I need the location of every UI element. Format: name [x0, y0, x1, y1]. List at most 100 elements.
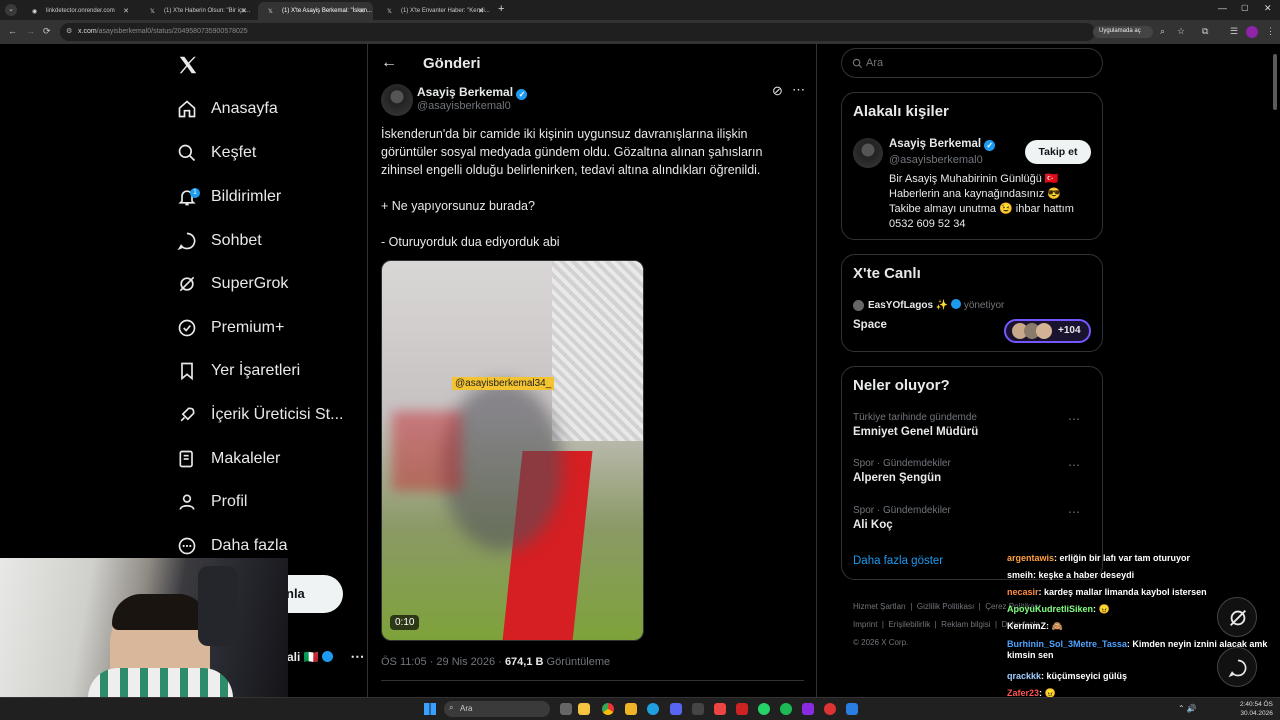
app-icon[interactable] [824, 703, 836, 715]
more-options-icon[interactable]: ⋯ [1068, 458, 1081, 472]
follow-button[interactable]: Takip et [1025, 140, 1091, 164]
nav-supergrok[interactable]: SuperGrok [176, 269, 288, 299]
folder-icon[interactable] [625, 703, 637, 715]
whatsapp-icon[interactable] [758, 703, 770, 715]
bookmark-icon [176, 360, 198, 382]
footer-link[interactable]: Hizmet Şartları [853, 602, 906, 611]
bookmark-star-icon[interactable]: ☆ [1177, 26, 1185, 37]
spotify-icon[interactable] [780, 703, 792, 715]
show-more-link[interactable]: Daha fazla göster [853, 555, 943, 567]
author-avatar[interactable] [381, 84, 413, 116]
post-paragraph: - Oturuyorduk dua ediyorduk abi [381, 235, 560, 249]
grok-fab[interactable] [1217, 597, 1257, 637]
more-options-icon[interactable]: ⋯ [1068, 505, 1081, 519]
footer-link[interactable]: Erişilebilirlik [888, 620, 930, 629]
open-in-app-chip[interactable]: Uygulamada aç [1093, 26, 1153, 38]
close-tab-icon[interactable]: ✕ [359, 7, 365, 15]
windows-start-icon[interactable] [424, 703, 436, 715]
chrome-icon[interactable] [602, 703, 614, 715]
taskbar-search[interactable]: ⌕ Ara [444, 701, 550, 717]
footer-link[interactable]: Reklam bilgisi [941, 620, 990, 629]
file-explorer-icon[interactable] [578, 703, 590, 715]
more-options-icon[interactable]: ⋯ [1068, 412, 1081, 426]
chat-username[interactable]: necasir [1007, 587, 1039, 597]
page-scrollbar[interactable] [1272, 46, 1278, 696]
space-label[interactable]: Space [853, 319, 887, 331]
nav-creator-studio[interactable]: İçerik Üreticisi St... [176, 400, 343, 430]
author-handle[interactable]: @asayisberkemal0 [417, 100, 511, 112]
live-host[interactable]: EasYOfLagos ✨ yönetiyor [868, 299, 1004, 311]
nav-articles[interactable]: Makaleler [176, 444, 280, 474]
nav-bookmarks[interactable]: Yer İşaretleri [176, 356, 300, 386]
nav-notifications[interactable]: 1 Bildirimler [176, 182, 281, 212]
url-field[interactable]: ⚙ x.com/asayisberkemal0/status/204958073… [60, 23, 1095, 41]
app-icon[interactable] [714, 703, 726, 715]
card-title: Alakalı kişiler [853, 103, 949, 120]
footer-link[interactable]: Imprint [853, 620, 877, 629]
trend-item[interactable]: Spor · Gündemdekiler Alperen Şengün ⋯ [853, 458, 1093, 484]
scrollbar-thumb[interactable] [1273, 54, 1277, 110]
more-dots-icon[interactable]: ⋯ [350, 648, 364, 664]
clock[interactable]: 2:40:54 ÖS 30.04.2026 [1240, 700, 1273, 718]
close-tab-icon[interactable]: ✕ [478, 7, 484, 15]
sidebar-icon[interactable]: ☰ [1230, 26, 1238, 37]
app-icon[interactable] [692, 703, 704, 715]
browser-tab[interactable]: 𝕏 (1) X'te Envanter Haber: "Kendi... ✕ [377, 2, 492, 20]
related-avatar[interactable] [853, 138, 883, 168]
app-icon[interactable] [736, 703, 748, 715]
chat-username[interactable]: ApoyuKudretliSiken [1007, 604, 1093, 614]
search-input[interactable] [866, 55, 1066, 71]
reload-icon[interactable]: ⟳ [43, 26, 51, 37]
task-view-icon[interactable] [560, 703, 572, 715]
nav-premium[interactable]: Premium+ [176, 313, 284, 343]
app-icon[interactable] [802, 703, 814, 715]
system-tray[interactable]: ⌃ 🔊 [1178, 704, 1197, 713]
grok-icon[interactable]: ⊘ [772, 83, 783, 99]
chat-username[interactable]: KerimmZ [1007, 621, 1046, 631]
related-name[interactable]: Asayiş Berkemal ✓ [889, 138, 996, 151]
chat-username[interactable]: qrackkk [1007, 671, 1041, 681]
nav-explore[interactable]: Keşfet [176, 138, 256, 168]
author-name[interactable]: Asayiş Berkemal ✓ [417, 85, 528, 100]
zoom-icon[interactable]: ⌕ [1160, 26, 1165, 37]
related-handle[interactable]: @asayisberkemal0 [889, 154, 983, 166]
extensions-icon[interactable]: ⧉ [1202, 26, 1208, 37]
discord-icon[interactable] [670, 703, 682, 715]
chat-username[interactable]: Burhinin_Sol_3Metre_Tassa [1007, 639, 1127, 649]
forward-arrow-icon[interactable]: → [26, 26, 35, 36]
site-info-icon[interactable]: ⚙ [66, 27, 72, 35]
listeners-pill[interactable]: +104 [1004, 319, 1091, 343]
minimize-button[interactable]: — [1218, 3, 1227, 13]
maximize-button[interactable]: ▢ [1241, 3, 1249, 12]
search-box[interactable] [841, 48, 1103, 78]
trend-item[interactable]: Spor · Gündemdekiler Ali Koç ⋯ [853, 505, 1093, 531]
browser-tab-active[interactable]: 𝕏 (1) X'te Asayiş Berkemal: "İsken... ✕ [258, 2, 373, 20]
x-logo-icon[interactable] [177, 54, 199, 76]
profile-avatar[interactable] [1246, 26, 1258, 38]
chat-username[interactable]: smeih [1007, 570, 1033, 580]
app-icon[interactable] [846, 703, 858, 715]
chat-text: : kardeş mallar limanda kaybol istersen [1038, 587, 1207, 597]
nav-more[interactable]: Daha fazla [176, 531, 288, 561]
nav-home[interactable]: Anasayfa [176, 94, 278, 124]
post-video[interactable]: @asayisberkemal34_ 0:10 [381, 260, 644, 641]
browser-tab[interactable]: ◉ linkdetector.onrender.com ✕ [22, 2, 137, 20]
close-tab-icon[interactable]: ✕ [123, 7, 129, 15]
account-switcher[interactable]: ali 🇮🇹 ⋯ [287, 648, 364, 665]
more-options-icon[interactable]: ⋯ [792, 82, 805, 98]
close-window-button[interactable]: ✕ [1264, 3, 1272, 14]
browser-tab[interactable]: 𝕏 (1) X'te Haberin Olsun: "Bir içe... ✕ [140, 2, 255, 20]
trend-item[interactable]: Türkiye tarihinde gündemde Emniyet Genel… [853, 412, 1093, 438]
new-tab-button[interactable]: + [498, 3, 504, 15]
browser-menu-icon[interactable]: ⋮ [1266, 26, 1275, 37]
close-tab-icon[interactable]: ✕ [241, 7, 247, 15]
nav-chat[interactable]: Sohbet [176, 226, 262, 256]
chat-text: : erliğin bir lafı var tam oturuyor [1054, 553, 1191, 563]
back-arrow-icon[interactable]: ← [381, 54, 397, 72]
chat-username[interactable]: argentawis [1007, 553, 1054, 563]
back-arrow-icon[interactable]: ← [8, 26, 17, 36]
tab-search-icon[interactable]: ⌄ [5, 4, 17, 16]
nav-profile[interactable]: Profil [176, 487, 247, 517]
edge-icon[interactable] [647, 703, 659, 715]
footer-link[interactable]: Gizlilik Politikası [917, 602, 974, 611]
